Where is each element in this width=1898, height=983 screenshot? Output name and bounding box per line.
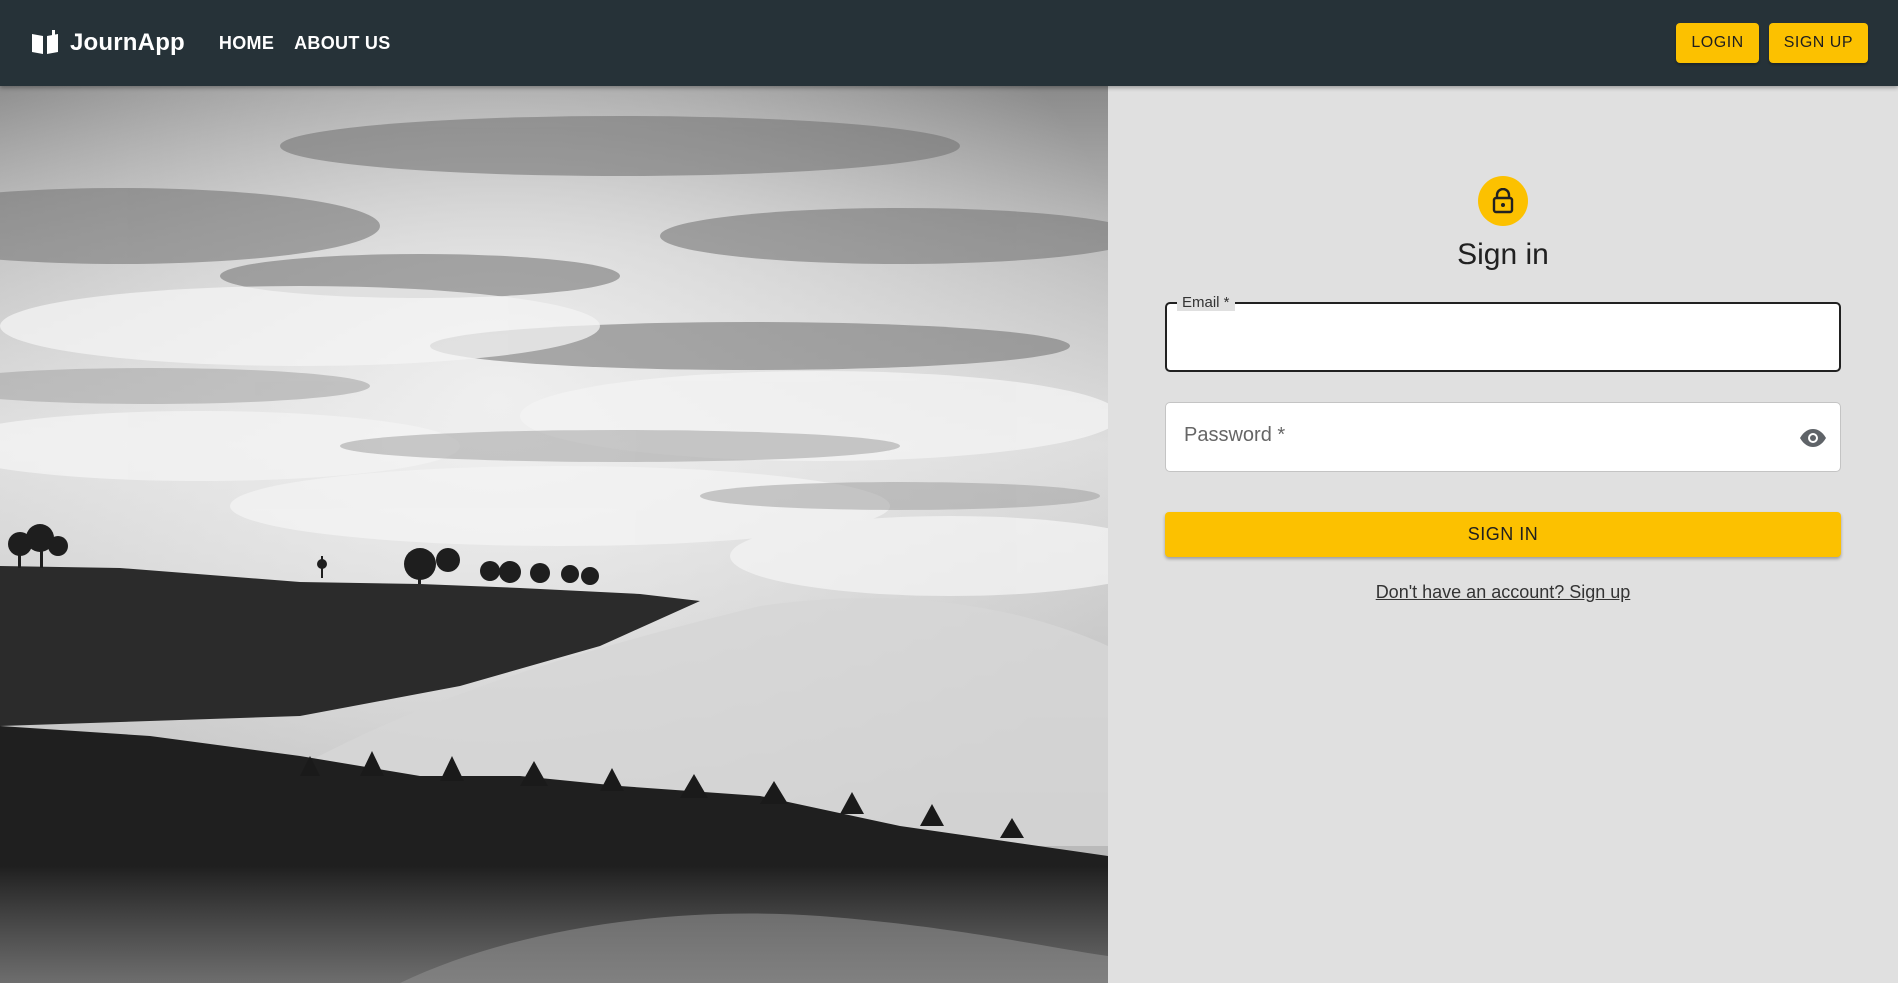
signup-button[interactable]: SIGN UP: [1768, 23, 1868, 63]
password-input[interactable]: [1166, 403, 1840, 471]
app-bar: JournApp HOME ABOUT US LOGIN SIGN UP: [0, 0, 1898, 86]
signin-submit-button[interactable]: SIGN IN: [1165, 512, 1841, 557]
auth-buttons: LOGIN SIGN UP: [1676, 23, 1868, 63]
nav-about-link[interactable]: ABOUT US: [294, 33, 390, 54]
lock-icon: [1478, 176, 1528, 226]
login-button[interactable]: LOGIN: [1676, 23, 1759, 63]
brand-title: JournApp: [70, 29, 185, 56]
email-input[interactable]: [1167, 304, 1839, 370]
nav-home-link[interactable]: HOME: [219, 33, 274, 54]
signin-form: Sign in Email * Password * SIGN IN Don't…: [1165, 176, 1841, 603]
brand[interactable]: JournApp: [30, 29, 185, 57]
hero-image: [0, 86, 1108, 983]
password-field[interactable]: Password *: [1165, 402, 1841, 472]
open-book-icon: [30, 30, 60, 56]
email-field[interactable]: Email *: [1165, 294, 1841, 372]
eye-icon[interactable]: [1798, 425, 1828, 451]
signup-link[interactable]: Don't have an account? Sign up: [1376, 582, 1631, 603]
signin-title: Sign in: [1457, 238, 1549, 271]
signin-panel: Sign in Email * Password * SIGN IN Don't…: [1108, 86, 1898, 983]
main-nav: HOME ABOUT US: [219, 33, 391, 54]
